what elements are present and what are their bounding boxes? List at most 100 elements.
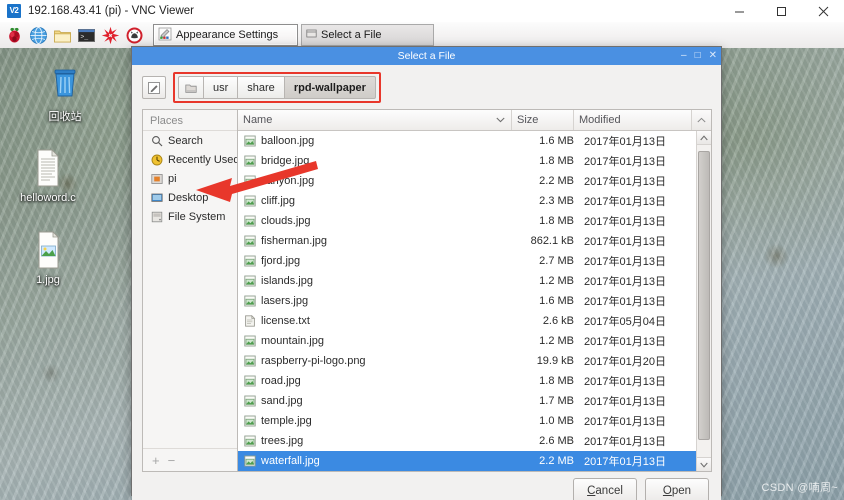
scrollbar-track[interactable] (697, 145, 711, 457)
taskbar-window-list: Appearance Settings Select a File (153, 24, 434, 46)
dialog-maximize-icon[interactable]: □ (695, 51, 701, 61)
scroll-up-icon[interactable] (697, 131, 711, 145)
file-modified-cell: 2017年01月13日 (584, 136, 666, 148)
file-name-cell: balloon.jpg (238, 135, 518, 148)
place-item-label: pi (168, 172, 177, 185)
dialog-titlebar[interactable]: Select a File – □ ✕ (132, 47, 721, 65)
maximize-icon[interactable] (760, 0, 802, 22)
file-name-cell: fisherman.jpg (238, 235, 518, 248)
file-row[interactable]: bridge.jpg 1.8 MB 2017年01月13日 (238, 151, 696, 171)
file-row[interactable]: canyon.jpg 2.2 MB 2017年01月13日 (238, 171, 696, 191)
wolfram-icon[interactable] (123, 24, 145, 46)
taskbar-item-label: Select a File (321, 29, 382, 41)
file-row[interactable]: mountain.jpg 1.2 MB 2017年01月13日 (238, 331, 696, 351)
taskbar-launchers: >_ (0, 24, 145, 46)
mathematica-icon[interactable] (99, 24, 121, 46)
file-row[interactable]: trees.jpg 2.6 MB 2017年01月13日 (238, 431, 696, 451)
file-modified-cell: 2017年01月13日 (584, 376, 666, 388)
type-filename-button[interactable] (142, 76, 166, 99)
file-row[interactable]: cliff.jpg 2.3 MB 2017年01月13日 (238, 191, 696, 211)
file-name-label: islands.jpg (261, 275, 313, 287)
recycle-bin-icon (43, 62, 87, 106)
vnc-window-title: 192.168.43.41 (pi) - VNC Viewer (28, 5, 194, 17)
file-row[interactable]: balloon.jpg 1.6 MB 2017年01月13日 (238, 131, 696, 151)
image-file-icon (243, 375, 256, 388)
file-name-label: temple.jpg (261, 415, 312, 427)
place-item-desktop[interactable]: Desktop (143, 188, 237, 207)
desktop-icon-1-jpg[interactable]: 1.jpg (5, 228, 91, 286)
file-list-pane: Name Size Modified balloon.jpg 1.6 MB 2017 (237, 109, 712, 472)
taskbar-item-appearance-settings[interactable]: Appearance Settings (153, 24, 298, 46)
svg-text:>_: >_ (80, 33, 88, 40)
file-row[interactable]: temple.jpg 1.0 MB 2017年01月13日 (238, 411, 696, 431)
lxde-taskbar: >_ Appearance Settings Select a File (0, 22, 844, 67)
column-header-modified[interactable]: Modified (574, 110, 692, 130)
place-item-file-system[interactable]: File System (143, 207, 237, 226)
file-size-cell: 2.2 MB (539, 455, 574, 467)
file-name-cell: license.txt (238, 315, 518, 328)
file-name-label: canyon.jpg (261, 175, 315, 187)
drive-icon (150, 210, 163, 223)
web-browser-icon[interactable] (27, 24, 49, 46)
file-name-cell: trees.jpg (238, 435, 518, 448)
add-place-button[interactable]: + (152, 453, 160, 468)
place-item-pi[interactable]: pi (143, 169, 237, 188)
places-list: Search Recently Used pi Desktop File Sys… (143, 131, 237, 448)
column-header-size[interactable]: Size (512, 110, 574, 130)
file-row[interactable]: sand.jpg 1.7 MB 2017年01月13日 (238, 391, 696, 411)
file-modified-cell: 2017年01月13日 (584, 216, 666, 228)
place-item-search[interactable]: Search (143, 131, 237, 150)
dialog-close-icon[interactable]: ✕ (709, 51, 717, 61)
file-name-cell: lasers.jpg (238, 295, 518, 308)
dialog-split: Places Search Recently Used pi Desktop F… (132, 109, 721, 472)
cancel-button[interactable]: Cancel (573, 477, 637, 500)
file-list-scrollbar[interactable] (696, 131, 711, 471)
desktop-icon-label: 回收站 (48, 111, 82, 123)
file-modified-cell: 2017年01月13日 (584, 236, 666, 248)
place-item-recently-used[interactable]: Recently Used (143, 150, 237, 169)
file-size-cell: 19.9 kB (536, 355, 574, 367)
file-list-scroll-area: balloon.jpg 1.6 MB 2017年01月13日 bridge.jpg 1.… (238, 131, 711, 471)
file-row[interactable]: waterfall.jpg 2.2 MB 2017年01月13日 (238, 451, 696, 471)
open-button[interactable]: Open (645, 477, 709, 500)
breadcrumb-share-button[interactable]: share (237, 76, 284, 99)
desktop-icon-helloword-c[interactable]: helloword.c (5, 146, 91, 204)
file-row[interactable]: fisherman.jpg 862.1 kB 2017年01月13日 (238, 231, 696, 251)
file-size-cell: 2.2 MB (539, 175, 574, 187)
taskbar-item-select-a-file[interactable]: Select a File (301, 24, 434, 46)
file-modified-cell: 2017年01月13日 (584, 416, 666, 428)
c-source-file-icon (26, 146, 70, 190)
file-list-header: Name Size Modified (238, 110, 711, 131)
file-row[interactable]: road.jpg 1.8 MB 2017年01月13日 (238, 371, 696, 391)
file-row[interactable]: raspberry-pi-logo.png 19.9 kB 2017年01月20日 (238, 351, 696, 371)
close-icon[interactable] (802, 0, 844, 22)
column-header-name[interactable]: Name (238, 110, 512, 130)
place-item-label: Recently Used (168, 153, 237, 166)
file-row[interactable]: license.txt 2.6 kB 2017年05月04日 (238, 311, 696, 331)
scrollbar-thumb[interactable] (698, 151, 710, 441)
file-row[interactable]: lasers.jpg 1.6 MB 2017年01月13日 (238, 291, 696, 311)
raspberry-menu-icon[interactable] (3, 24, 25, 46)
file-manager-icon[interactable] (51, 24, 73, 46)
dialog-minimize-icon[interactable]: – (681, 51, 687, 61)
file-row[interactable]: fjord.jpg 2.7 MB 2017年01月13日 (238, 251, 696, 271)
recent-clock-icon (150, 153, 163, 166)
terminal-icon[interactable]: >_ (75, 24, 97, 46)
breadcrumb-rpd-wallpaper-button[interactable]: rpd-wallpaper (283, 76, 376, 99)
remove-place-button[interactable]: − (168, 453, 176, 468)
breadcrumb-usr-button[interactable]: usr (203, 76, 238, 99)
breadcrumb-highlight: usr share rpd-wallpaper (173, 72, 381, 103)
minimize-icon[interactable] (718, 0, 760, 22)
file-row[interactable]: islands.jpg 1.2 MB 2017年01月13日 (238, 271, 696, 291)
file-row[interactable]: clouds.jpg 1.8 MB 2017年01月13日 (238, 211, 696, 231)
scroll-down-icon[interactable] (697, 457, 711, 471)
home-folder-icon (185, 84, 197, 93)
desktop-icon-label: helloword.c (20, 192, 76, 204)
dialog-title: Select a File (397, 50, 456, 62)
vnc-window-buttons (718, 0, 844, 22)
breadcrumb-root-button[interactable] (178, 76, 203, 99)
vnc-viewer-titlebar: V2 192.168.43.41 (pi) - VNC Viewer (0, 0, 844, 23)
file-modified-cell: 2017年01月13日 (584, 176, 666, 188)
desktop-icon-recycle-bin[interactable]: 回收站 (22, 62, 108, 124)
cancel-button-label: ancel (595, 485, 623, 497)
